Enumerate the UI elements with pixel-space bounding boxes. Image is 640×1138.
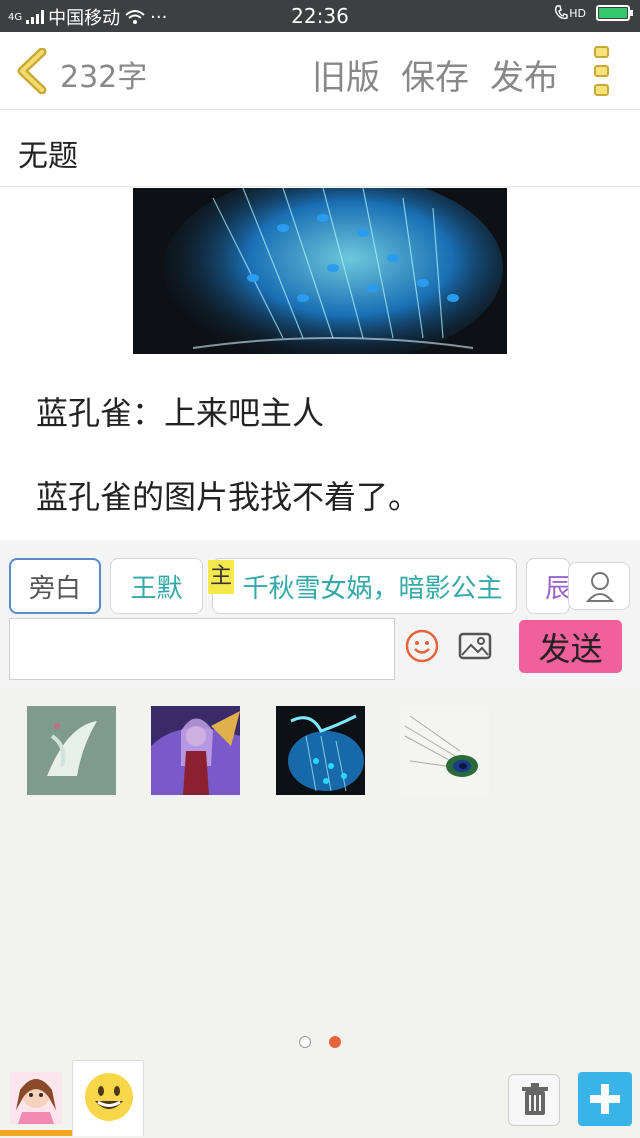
hd-call-icon: HD	[554, 5, 586, 21]
role-chip-master[interactable]: 千秋雪女娲，暗影公主	[212, 558, 517, 614]
hd-label: HD	[569, 6, 586, 20]
add-role-person-icon[interactable]	[568, 562, 630, 610]
more-menu-icon[interactable]	[594, 46, 614, 96]
save-button[interactable]: 保存	[401, 50, 469, 99]
page-indicator	[0, 1036, 640, 1048]
old-version-button[interactable]: 旧版	[312, 50, 380, 99]
word-count: 232字	[60, 60, 148, 95]
image-picker-icon[interactable]	[457, 628, 493, 664]
trash-icon[interactable]	[508, 1074, 560, 1126]
smiley-face-icon	[85, 1073, 133, 1121]
status-bar: 4G 中国移动 ··· 22:36 HD	[0, 0, 640, 32]
avatar-tab[interactable]	[0, 1060, 72, 1136]
back-chevron-icon[interactable]	[14, 48, 54, 94]
title-row[interactable]: 无题	[0, 111, 640, 187]
role-chip-narrator[interactable]: 旁白	[9, 558, 101, 614]
publish-button[interactable]: 发布	[490, 50, 558, 99]
role-chip[interactable]: 王默	[110, 558, 203, 614]
page-dot-active[interactable]	[329, 1036, 341, 1048]
story-title: 无题	[18, 139, 78, 174]
picker-tab-bar	[0, 1058, 640, 1138]
clock: 22:36	[291, 4, 349, 28]
editor-header: 232字 旧版 保存 发布	[0, 32, 640, 110]
master-badge: 主	[208, 560, 234, 594]
peacock-feather-thumbnail[interactable]	[400, 706, 489, 795]
white-crane-thumbnail[interactable]	[27, 706, 116, 795]
role-chip[interactable]: 辰	[526, 558, 570, 614]
avatar	[10, 1072, 62, 1124]
peacock-illustration	[133, 188, 507, 354]
message-input[interactable]	[9, 618, 395, 680]
blue-peacock-thumbnail[interactable]	[276, 706, 365, 795]
emoji-icon[interactable]	[404, 628, 440, 664]
image-picker-panel	[0, 688, 640, 1058]
story-line[interactable]: 蓝孔雀：上来吧主人	[36, 388, 324, 434]
role-composer: 旁白 王默 千秋雪女娲，暗影公主 主 辰 发送	[0, 540, 640, 688]
emoji-tab[interactable]	[72, 1060, 144, 1136]
peacock-image[interactable]	[133, 188, 507, 354]
page-dot[interactable]	[299, 1036, 311, 1048]
status-right: HD	[554, 5, 633, 21]
battery-icon	[596, 5, 633, 21]
send-button[interactable]: 发送	[519, 620, 622, 673]
warrior-girl-thumbnail[interactable]	[151, 706, 240, 795]
story-line[interactable]: 蓝孔雀的图片我找不着了。	[36, 472, 420, 518]
plus-icon[interactable]	[578, 1072, 632, 1126]
